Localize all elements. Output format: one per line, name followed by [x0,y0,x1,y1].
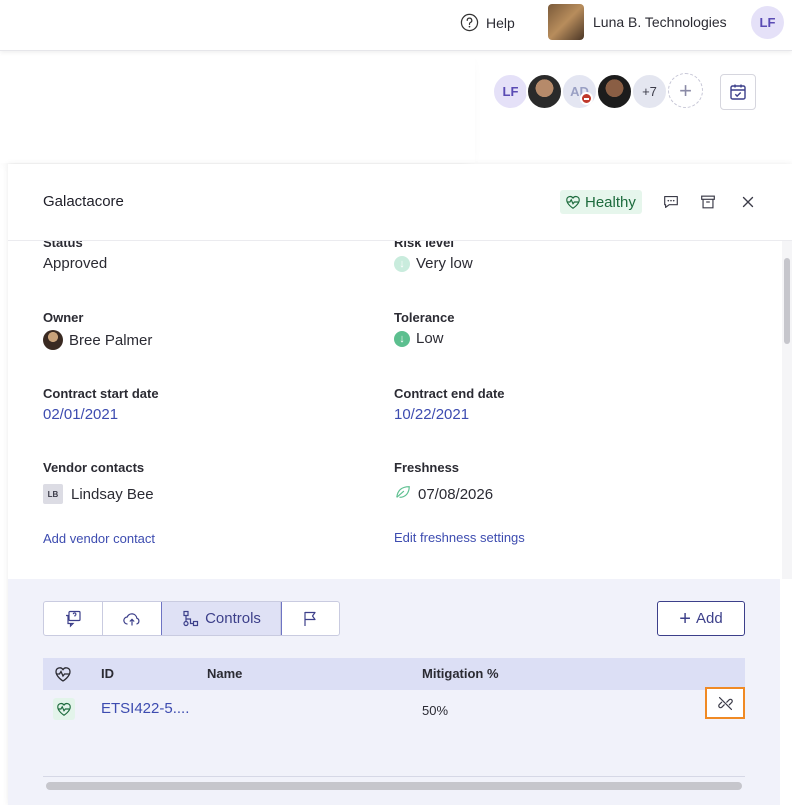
removed-indicator-icon [580,92,593,105]
status-label: Status [43,241,83,250]
comment-button[interactable] [661,192,681,212]
background-card [0,50,475,163]
vendor-contact-initials: LB [43,484,63,504]
collaborator-avatar[interactable]: LF [492,73,529,110]
help-link[interactable]: Help [460,13,515,32]
user-avatar[interactable]: LF [751,6,784,39]
unlink-control-button[interactable] [705,687,745,719]
contract-end-label: Contract end date [394,386,505,401]
tolerance-value: ↓ Low [394,330,454,347]
tolerance-field: Tolerance ↓ Low [394,310,454,347]
control-id-link[interactable]: ETSI422-5.... [101,700,189,717]
arrow-down-icon: ↓ [394,255,410,272]
panel-header: Galactacore Healthy [8,164,792,241]
column-header-name[interactable]: Name [207,666,242,681]
vertical-scrollbar-thumb[interactable] [784,258,790,344]
related-items-tabs: Controls [43,601,340,636]
contract-start-field: Contract start date 02/01/2021 [43,386,159,423]
controls-hierarchy-icon [183,610,199,626]
controls-table-header: ID Name Mitigation % [43,658,745,690]
contract-end-date-link[interactable]: 10/22/2021 [394,406,505,423]
vendor-details-scroll-area[interactable]: Status Approved Risk level ↓ Very low Ow… [8,241,780,579]
collaborator-avatar[interactable] [526,73,563,110]
tolerance-text: Low [416,330,444,347]
add-button-label: Add [695,610,723,627]
tolerance-label: Tolerance [394,310,455,325]
leaf-icon [394,484,412,504]
freshness-value: 07/08/2026 [394,484,493,504]
more-collaborators-count[interactable]: +7 [631,73,668,110]
cloud-upload-icon [123,612,140,625]
horizontal-scrollbar[interactable] [43,776,745,795]
org-logo [548,4,584,40]
vendor-contacts-field: Vendor contacts LB Lindsay Bee [43,460,154,504]
archive-button[interactable] [698,192,718,212]
owner-name: Bree Palmer [69,331,153,349]
tab-uploads[interactable] [103,602,162,635]
add-vendor-contact-link[interactable]: Add vendor contact [43,531,155,546]
vendor-contact-item: LB Lindsay Bee [43,484,154,504]
archive-icon [701,195,715,209]
tab-controls-label: Controls [205,610,261,627]
vendor-name: Galactacore [43,193,124,210]
tab-controls[interactable]: Controls [161,602,282,635]
contract-end-field: Contract end date 10/22/2021 [394,386,505,423]
flag-icon [304,611,316,626]
calendar-button[interactable] [720,74,756,110]
comment-icon [664,196,678,208]
related-items-section: Controls + Add ID Name Mitigation % ETSI… [8,579,780,805]
contract-start-date-link[interactable]: 02/01/2021 [43,406,159,423]
horizontal-scrollbar-thumb[interactable] [46,782,742,790]
org-name: Luna B. Technologies [593,14,727,30]
owner-field: Owner Bree Palmer [43,310,152,350]
tab-questionnaires[interactable] [44,602,103,635]
health-status-label: Healthy [585,193,636,211]
help-label: Help [486,14,515,31]
health-column-icon [53,665,73,688]
risk-level-field: Risk level ↓ Very low [394,241,473,272]
freshness-field: Freshness 07/08/2026 [394,460,493,504]
column-header-mitigation[interactable]: Mitigation % [422,666,499,681]
org-switcher[interactable]: Luna B. Technologies [548,4,727,40]
heartbeat-icon [57,702,71,716]
arrow-down-icon: ↓ [394,330,410,347]
risk-level-value: ↓ Very low [394,255,473,272]
questionnaire-icon [66,610,81,627]
freshness-label: Freshness [394,460,460,475]
plus-icon: + [679,77,692,103]
tab-issues[interactable] [281,602,339,635]
calendar-check-icon [730,84,746,100]
collaborator-avatar[interactable] [596,73,633,110]
table-row[interactable]: ETSI422-5.... 50% [43,687,745,734]
vendor-contact-name: Lindsay Bee [71,485,154,503]
freshness-date: 07/08/2026 [418,485,494,503]
unlink-icon [717,696,733,710]
control-health-badge [53,698,75,720]
edit-freshness-settings-link[interactable]: Edit freshness settings [394,530,525,545]
owner-value: Bree Palmer [43,330,152,350]
vendor-contacts-label: Vendor contacts [43,460,145,475]
health-status-badge: Healthy [560,190,642,214]
help-circle-icon [460,13,479,32]
owner-avatar [43,330,63,350]
owner-label: Owner [43,310,84,325]
contract-start-label: Contract start date [43,386,159,401]
collaborator-avatar[interactable]: AD [561,73,598,110]
close-button[interactable] [738,192,758,212]
control-mitigation: 50% [422,703,449,718]
vendor-detail-panel: Galactacore Healthy Status Approved Risk… [8,164,792,805]
status-value: Approved [43,255,108,272]
status-field: Status Approved [43,241,107,272]
risk-level-text: Very low [416,255,473,272]
heartbeat-icon [566,195,580,209]
add-control-button[interactable]: + Add [657,601,745,636]
column-header-id[interactable]: ID [101,666,114,681]
risk-level-label: Risk level [394,241,454,250]
close-icon [742,196,754,208]
top-bar: Help Luna B. Technologies LF [0,0,792,51]
plus-icon: + [679,607,691,630]
add-collaborator-button[interactable]: + [668,73,703,108]
